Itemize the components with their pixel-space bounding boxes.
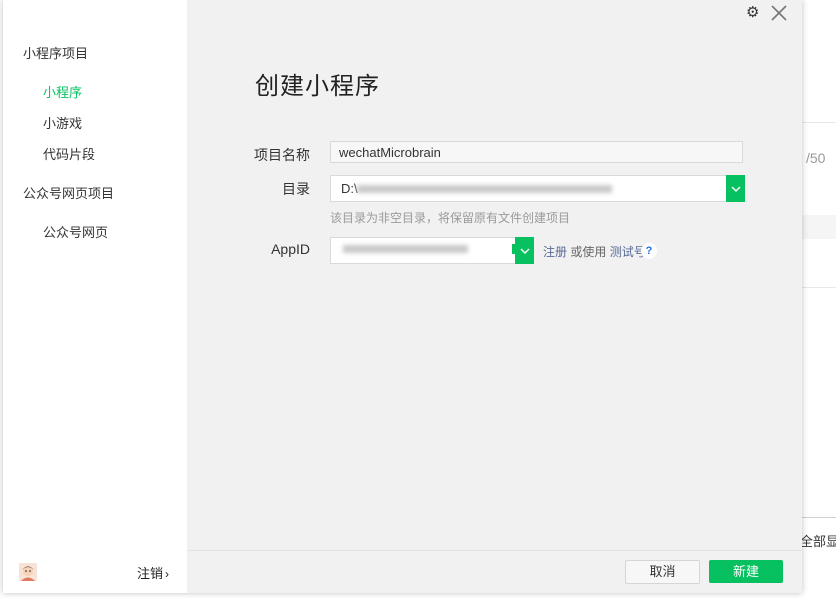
redacted-appid bbox=[343, 245, 468, 253]
sidebar-group-official-account: 公众号网页项目 bbox=[23, 186, 115, 201]
project-type-sidebar: 小程序项目 小程序 小游戏 代码片段 公众号网页项目 公众号网页 注销 › bbox=[3, 0, 187, 593]
directory-value: D:\ bbox=[341, 181, 358, 196]
sidebar-item-official-webpage[interactable]: 公众号网页 bbox=[43, 222, 108, 241]
sidebar-group-miniprogram: 小程序项目 bbox=[23, 46, 89, 61]
window-controls: ⚙ bbox=[746, 2, 790, 24]
logout-button[interactable]: 注销 › bbox=[137, 563, 169, 582]
sidebar-item-minigame[interactable]: 小游戏 bbox=[43, 113, 82, 132]
chevron-down-icon bbox=[520, 248, 529, 254]
avatar-image bbox=[19, 563, 37, 581]
sidebar-item-miniprogram[interactable]: 小程序 bbox=[43, 82, 82, 101]
chevron-right-icon: › bbox=[165, 567, 170, 581]
background-divider bbox=[802, 287, 836, 288]
directory-dropdown-button[interactable] bbox=[726, 175, 745, 202]
question-icon[interactable]: ? bbox=[641, 243, 657, 259]
background-divider bbox=[802, 122, 836, 123]
create-project-dialog: 小程序项目 小程序 小游戏 代码片段 公众号网页项目 公众号网页 注销 › ⚙ 创… bbox=[3, 0, 802, 593]
close-icon[interactable] bbox=[768, 2, 790, 24]
or-use-text: 或使用 bbox=[570, 245, 607, 259]
background-divider bbox=[802, 215, 836, 239]
gear-icon[interactable]: ⚙ bbox=[746, 5, 762, 21]
directory-select[interactable]: D:\ bbox=[330, 175, 745, 202]
logout-label: 注销 bbox=[137, 566, 164, 581]
chevron-down-icon bbox=[731, 186, 740, 192]
directory-label: 目录 bbox=[282, 181, 310, 197]
background-show-all-button[interactable]: 全部显示 bbox=[800, 531, 836, 550]
page-title: 创建小程序 bbox=[255, 73, 380, 100]
directory-hint: 该目录为非空目录，将保留原有文件创建项目 bbox=[330, 211, 571, 225]
create-button[interactable]: 新建 bbox=[709, 560, 783, 583]
redacted-path bbox=[357, 185, 612, 193]
appid-accent-marker bbox=[512, 244, 518, 254]
background-char-counter: /50 bbox=[806, 150, 826, 166]
avatar[interactable] bbox=[19, 563, 37, 581]
appid-links: 注册 或使用 测试号 bbox=[543, 243, 646, 260]
appid-select[interactable] bbox=[330, 237, 534, 264]
sidebar-item-code-snippet[interactable]: 代码片段 bbox=[43, 144, 95, 163]
background-divider bbox=[796, 517, 836, 518]
project-name-input[interactable]: wechatMicrobrain bbox=[330, 141, 743, 163]
project-name-label: 项目名称 bbox=[254, 147, 310, 163]
register-link[interactable]: 注册 bbox=[543, 245, 567, 259]
appid-label: AppID bbox=[271, 241, 310, 257]
cancel-button[interactable]: 取消 bbox=[625, 560, 700, 584]
